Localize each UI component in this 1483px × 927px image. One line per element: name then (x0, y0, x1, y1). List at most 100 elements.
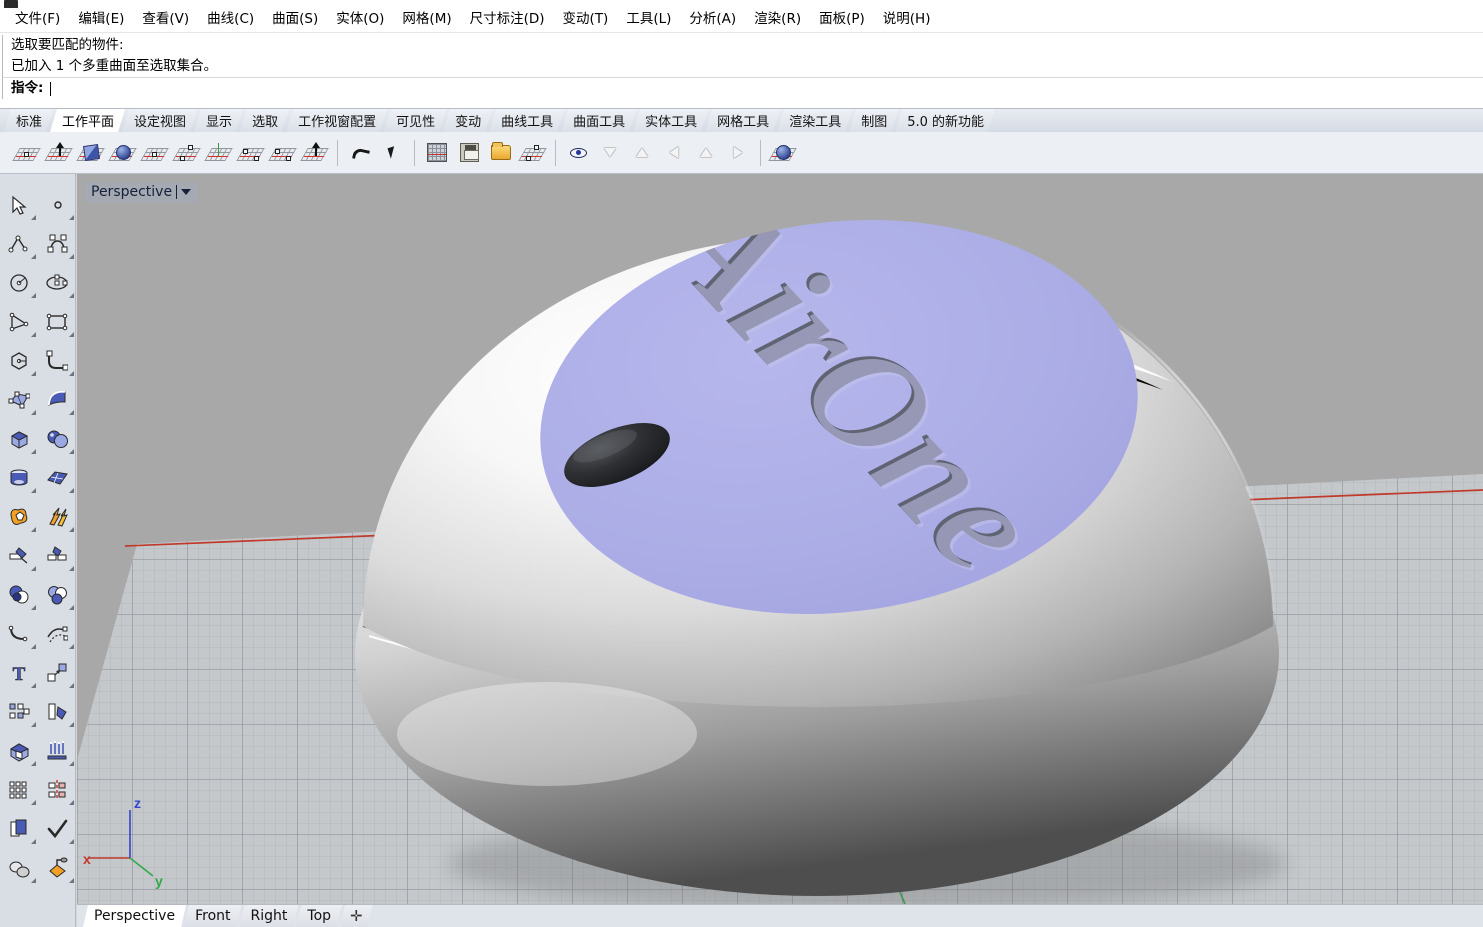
cplane-right-icon[interactable] (691, 138, 721, 168)
render-color-icon[interactable] (38, 851, 76, 885)
viewport-title-widget[interactable]: Perspective (85, 182, 198, 203)
fillet-edge-icon[interactable] (0, 617, 38, 651)
perspective-viewport[interactable]: AirOne AirOne x z y Perspective (77, 174, 1483, 904)
cplane-to-surface-icon[interactable] (108, 138, 138, 168)
flyout-arrow-icon[interactable] (31, 293, 36, 298)
flyout-arrow-icon[interactable] (31, 254, 36, 259)
menu-curve[interactable]: 曲线(C) (198, 9, 263, 31)
tab-mesh-tools[interactable]: 网格工具 (705, 109, 780, 132)
flyout-arrow-icon[interactable] (31, 527, 36, 532)
mirror-icon[interactable] (38, 773, 76, 807)
solid-tools-icon[interactable] (0, 851, 38, 885)
boolean-difference-icon[interactable] (0, 578, 38, 612)
flyout-arrow-icon[interactable] (69, 449, 74, 454)
flyout-arrow-icon[interactable] (31, 644, 36, 649)
flyout-arrow-icon[interactable] (69, 878, 74, 883)
flyout-arrow-icon[interactable] (69, 722, 74, 727)
point-icon[interactable] (38, 188, 76, 222)
tab-render-tools[interactable]: 渲染工具 (777, 109, 852, 132)
flyout-arrow-icon[interactable] (31, 566, 36, 571)
cplane-through-point-icon[interactable] (563, 138, 593, 168)
viewport-tab-right[interactable]: Right (240, 905, 299, 927)
menu-edit[interactable]: 编辑(E) (69, 9, 133, 31)
check-icon[interactable] (38, 812, 76, 846)
curve-fillet-icon[interactable] (38, 344, 76, 378)
menu-file[interactable]: 文件(F) (6, 9, 69, 31)
menu-dimension[interactable]: 尺寸标注(D) (461, 9, 554, 31)
flyout-arrow-icon[interactable] (69, 254, 74, 259)
menu-render[interactable]: 渲染(R) (745, 9, 810, 31)
cplane-world-icon[interactable] (204, 138, 234, 168)
flyout-arrow-icon[interactable] (31, 410, 36, 415)
rectangular-array-icon[interactable] (0, 773, 38, 807)
cylinder-icon[interactable] (0, 461, 38, 495)
flyout-arrow-icon[interactable] (69, 527, 74, 532)
explode-icon[interactable] (38, 500, 76, 534)
rotate-icon[interactable] (38, 695, 76, 729)
flyout-arrow-icon[interactable] (31, 722, 36, 727)
cplane-swap-icon[interactable] (723, 138, 753, 168)
flyout-arrow-icon[interactable] (69, 800, 74, 805)
cplane-to-view-icon[interactable] (595, 138, 625, 168)
add-viewport-tab-button[interactable]: ✛ (340, 905, 373, 927)
flyout-arrow-icon[interactable] (31, 878, 36, 883)
cplane-3point-icon[interactable] (140, 138, 170, 168)
flyout-arrow-icon[interactable] (69, 371, 74, 376)
flyout-arrow-icon[interactable] (31, 839, 36, 844)
arc-icon[interactable] (0, 305, 38, 339)
flyout-arrow-icon[interactable] (31, 215, 36, 220)
menu-solid[interactable]: 实体(O) (327, 9, 393, 31)
copy-icon[interactable] (0, 812, 38, 846)
cplane-curve-icon[interactable] (172, 138, 202, 168)
sphere-icon[interactable] (38, 422, 76, 456)
flyout-arrow-icon[interactable] (31, 605, 36, 610)
menu-surface[interactable]: 曲面(S) (263, 9, 327, 31)
viewport-tab-front[interactable]: Front (184, 905, 241, 927)
array-icon[interactable] (0, 695, 38, 729)
flyout-arrow-icon[interactable] (31, 371, 36, 376)
flyout-arrow-icon[interactable] (31, 683, 36, 688)
select-arrow-icon[interactable] (0, 188, 38, 222)
flyout-arrow-icon[interactable] (31, 488, 36, 493)
tab-display[interactable]: 显示 (194, 109, 243, 132)
flyout-arrow-icon[interactable] (69, 683, 74, 688)
polyline-icon[interactable] (0, 227, 38, 261)
cap-planar-holes-icon[interactable] (0, 734, 38, 768)
menu-tools[interactable]: 工具(L) (617, 9, 680, 31)
tab-viewport-layout[interactable]: 工作视窗配置 (286, 109, 387, 132)
polygon-icon[interactable] (0, 344, 38, 378)
tab-surface-tools[interactable]: 曲面工具 (561, 109, 636, 132)
command-prompt[interactable]: 指令: (2, 77, 1483, 99)
cplane-elevation-icon[interactable] (44, 138, 74, 168)
flyout-arrow-icon[interactable] (31, 449, 36, 454)
menu-mesh[interactable]: 网格(M) (393, 9, 460, 31)
offset-curve-icon[interactable] (38, 617, 76, 651)
tab-set-view[interactable]: 设定视图 (122, 109, 197, 132)
cplane-rotate-icon[interactable] (236, 138, 266, 168)
flyout-arrow-icon[interactable] (69, 644, 74, 649)
cplane-perp-curve-icon[interactable] (300, 138, 330, 168)
ellipse-icon[interactable] (38, 266, 76, 300)
viewport-tab-perspective[interactable]: Perspective (83, 905, 186, 927)
tab-visibility[interactable]: 可见性 (384, 109, 446, 132)
mesh-plane-icon[interactable] (38, 461, 76, 495)
flyout-arrow-icon[interactable] (31, 332, 36, 337)
tab-curve-tools[interactable]: 曲线工具 (489, 109, 564, 132)
flyout-arrow-icon[interactable] (31, 761, 36, 766)
boolean-intersection-icon[interactable] (38, 578, 76, 612)
loft-surface-icon[interactable] (38, 383, 76, 417)
cplane-left-icon[interactable] (659, 138, 689, 168)
tab-select[interactable]: 选取 (240, 109, 289, 132)
cplane-align-icon[interactable] (268, 138, 298, 168)
split-icon[interactable] (38, 539, 76, 573)
flyout-arrow-icon[interactable] (69, 332, 74, 337)
menu-panels[interactable]: 面板(P) (810, 9, 874, 31)
text-object-icon[interactable]: T (0, 656, 38, 690)
grid-settings-icon[interactable] (422, 138, 452, 168)
tab-cplane[interactable]: 工作平面 (50, 109, 125, 132)
tab-standard[interactable]: 标准 (4, 109, 53, 132)
cplane-next-icon[interactable] (377, 138, 407, 168)
tab-solid-tools[interactable]: 实体工具 (633, 109, 708, 132)
flyout-arrow-icon[interactable] (31, 800, 36, 805)
chevron-down-icon[interactable] (181, 189, 192, 195)
